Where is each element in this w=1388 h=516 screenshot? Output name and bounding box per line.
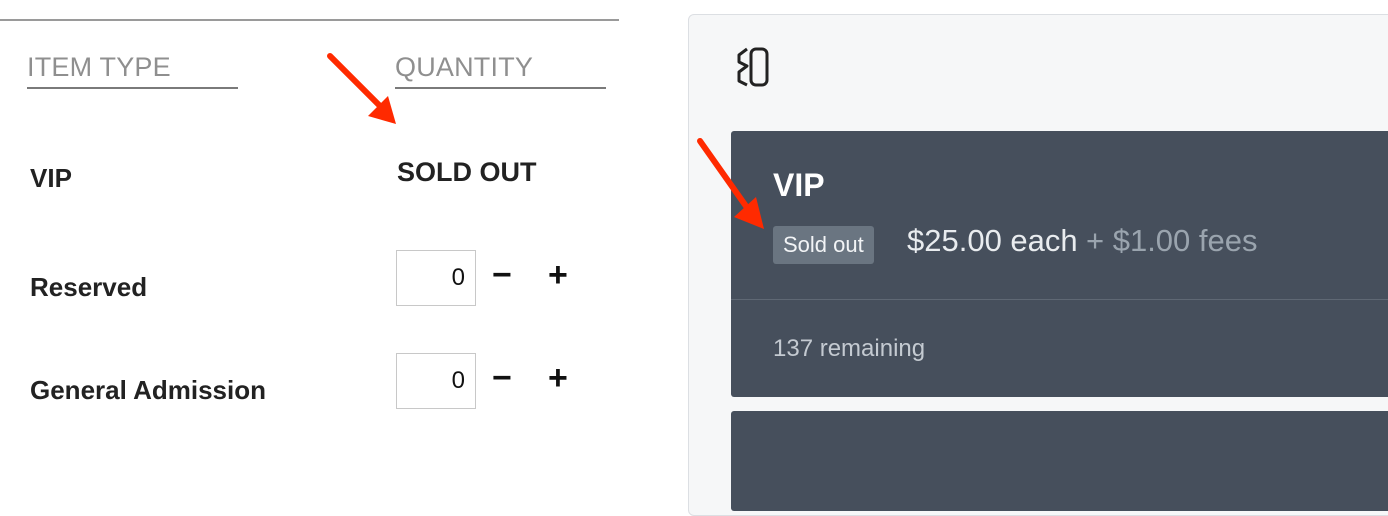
logo-icon	[737, 47, 769, 87]
row-label-general-admission: General Admission	[30, 375, 266, 405]
sold-out-badge: Sold out	[773, 226, 874, 264]
ticket-table-panel: ITEM TYPE QUANTITY VIP SOLD OUT Reserved…	[0, 0, 640, 496]
ticket-fees: + $1.00 fees	[1086, 223, 1258, 258]
ticket-card-vip[interactable]: VIP Sold out $25.00 each + $1.00 fees 13…	[731, 131, 1388, 397]
reserved-decrement-button[interactable]: −	[492, 258, 512, 292]
column-header-quantity: QUANTITY	[395, 52, 606, 89]
top-divider	[0, 19, 619, 21]
general-admission-decrement-button[interactable]: −	[492, 361, 512, 395]
ticket-title: VIP	[773, 167, 825, 203]
column-header-item-type: ITEM TYPE	[27, 52, 238, 89]
red-arrow-annotation-icon	[697, 138, 764, 229]
ticket-price: $25.00 each	[907, 223, 1078, 258]
ticket-card-next[interactable]	[731, 411, 1388, 511]
row-label-vip: VIP	[30, 163, 72, 193]
sold-out-status: SOLD OUT	[397, 157, 537, 187]
red-arrow-annotation-icon	[327, 53, 396, 124]
row-label-reserved: Reserved	[30, 272, 148, 302]
general-admission-quantity-input[interactable]	[396, 353, 476, 409]
reserved-increment-button[interactable]: +	[548, 258, 568, 292]
card-divider	[731, 299, 1388, 300]
remaining-count: 137 remaining	[773, 335, 926, 362]
reserved-quantity-input[interactable]	[396, 250, 476, 306]
general-admission-increment-button[interactable]: +	[548, 361, 568, 395]
